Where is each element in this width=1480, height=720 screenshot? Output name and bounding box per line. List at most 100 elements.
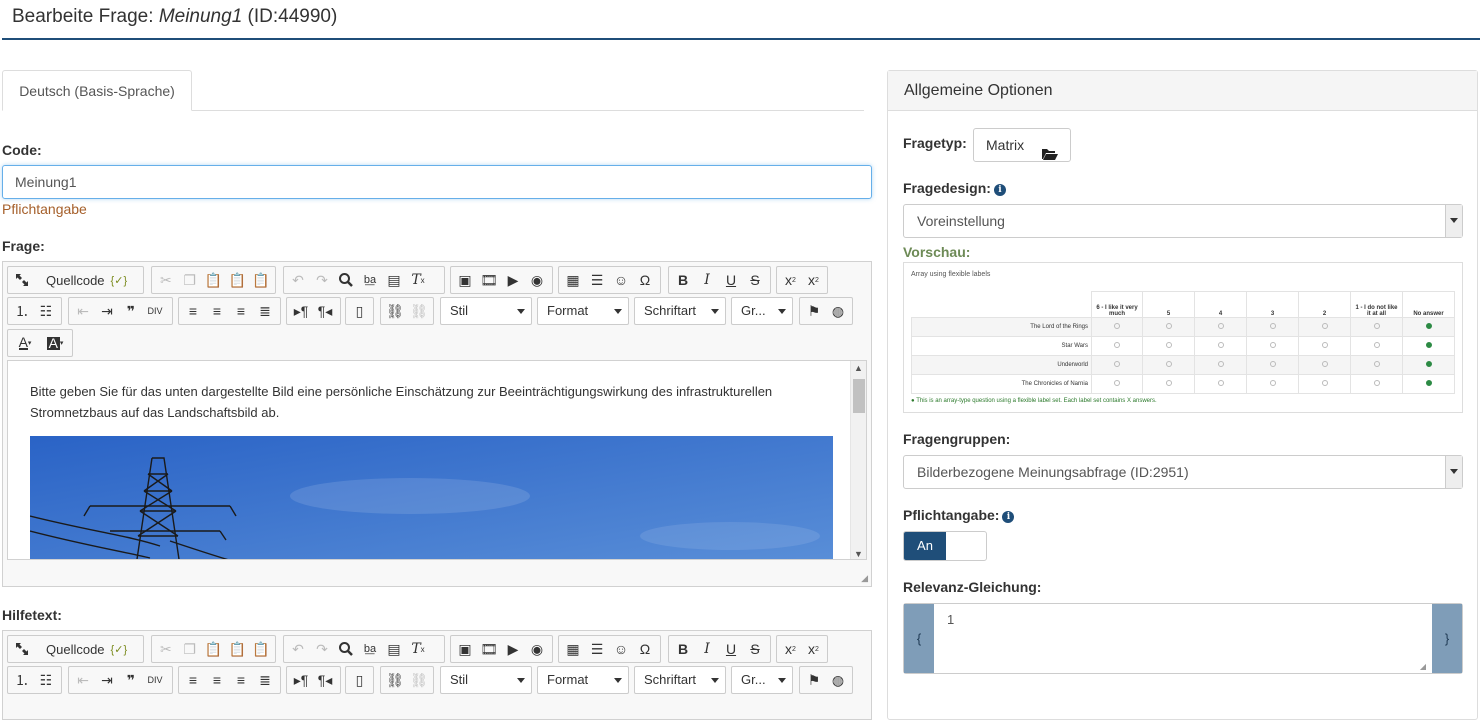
link-icon[interactable]: ⛓ [383,299,407,323]
question-design-select[interactable]: Voreinstellung [903,204,1463,238]
justify-icon[interactable]: ≣ [253,299,277,323]
page-break-icon[interactable]: ▯ [348,668,371,692]
div-icon[interactable]: DIV [143,299,167,323]
size-combo[interactable]: Gr... [731,666,793,694]
superscript-icon[interactable]: x2 [802,268,825,292]
paste-icon[interactable]: 📋 [202,268,226,292]
question-type-button[interactable]: Matrix [973,128,1071,162]
editor-scrollbar[interactable]: ▲ ▼ [850,361,866,559]
blockquote-icon[interactable]: ❞ [119,668,143,692]
globe-icon[interactable]: ◍ [826,299,850,323]
bold-icon[interactable]: B [671,637,695,661]
numbered-list-icon[interactable]: ⒈ [10,668,34,692]
special-char-icon[interactable]: Ω [633,268,657,292]
text-ltr-icon[interactable]: ▸¶ [289,299,313,323]
indent-icon[interactable]: ⇥ [95,668,119,692]
unlink-icon[interactable]: ⛓ [407,668,431,692]
copy-icon[interactable]: ❐ [178,637,202,661]
style-combo[interactable]: Stil [440,297,532,325]
redo-icon[interactable]: ↷ [310,268,334,292]
italic-icon[interactable]: I [695,637,719,661]
image-icon[interactable]: ▣ [453,268,477,292]
image-icon[interactable]: ▣ [453,637,477,661]
page-break-icon[interactable]: ▯ [348,299,371,323]
play-icon[interactable]: ▶ [501,268,525,292]
paste-text-icon[interactable]: 📋 [225,268,249,292]
relevance-value[interactable]: 1 [947,612,954,627]
align-center-icon[interactable]: ≡ [205,668,229,692]
source-button[interactable]: Quellcode {✓} [42,642,131,657]
paste-icon[interactable]: 📋 [202,637,226,661]
style-combo[interactable]: Stil [440,666,532,694]
unlink-icon[interactable]: ⛓ [407,299,431,323]
paste-text-icon[interactable]: 📋 [225,637,249,661]
cut-icon[interactable]: ✂ [154,268,178,292]
smiley-icon[interactable]: ☺ [609,637,633,661]
horizontal-line-icon[interactable]: ☰ [585,268,609,292]
align-right-icon[interactable]: ≡ [229,668,253,692]
paste-word-icon[interactable]: 📋 [249,268,273,292]
blockquote-icon[interactable]: ❞ [119,299,143,323]
table-icon[interactable]: ▦ [561,268,585,292]
question-editor-content[interactable]: Bitte geben Sie für das unten dargestell… [7,360,867,560]
div-icon[interactable]: DIV [143,668,167,692]
tab-language-german[interactable]: Deutsch (Basis-Sprache) [2,70,192,111]
outdent-icon[interactable]: ⇤ [71,299,95,323]
indent-icon[interactable]: ⇥ [95,299,119,323]
subscript-icon[interactable]: x2 [779,268,802,292]
underline-icon[interactable]: U [719,268,743,292]
italic-icon[interactable]: I [695,268,719,292]
size-combo[interactable]: Gr... [731,297,793,325]
mandatory-toggle-on[interactable]: An [904,532,946,560]
source-button[interactable]: Quellcode {✓} [42,273,131,288]
horizontal-line-icon[interactable]: ☰ [585,637,609,661]
redo-icon[interactable]: ↷ [310,637,334,661]
scroll-down-icon[interactable]: ▼ [854,549,863,559]
text-color-icon[interactable]: A ▾ [10,331,40,355]
relevance-equation-field[interactable]: { 1 ◢ } [903,603,1463,674]
remove-format-icon[interactable]: Tx [406,637,430,661]
mandatory-toggle[interactable]: An [903,531,987,561]
select-all-icon[interactable]: ▤ [382,637,406,661]
table-icon[interactable]: ▦ [561,637,585,661]
remove-format-icon[interactable]: Tx [406,268,430,292]
format-combo[interactable]: Format [537,297,629,325]
bulleted-list-icon[interactable]: ☷ [34,299,58,323]
undo-icon[interactable]: ↶ [286,637,310,661]
code-input[interactable]: Meinung1 [2,165,872,199]
text-rtl-icon[interactable]: ¶◂ [313,299,337,323]
cut-icon[interactable]: ✂ [154,637,178,661]
find-icon[interactable] [334,637,358,661]
maximize-icon[interactable] [10,268,34,292]
align-center-icon[interactable]: ≡ [205,299,229,323]
justify-icon[interactable]: ≣ [253,668,277,692]
bulleted-list-icon[interactable]: ☷ [34,668,58,692]
align-right-icon[interactable]: ≡ [229,299,253,323]
special-char-icon[interactable]: Ω [633,637,657,661]
video-icon[interactable]: 🎞 [477,637,501,661]
font-combo[interactable]: Schriftart [634,666,726,694]
undo-icon[interactable]: ↶ [286,268,310,292]
flash-icon[interactable]: ◉ [525,268,549,292]
flash-icon[interactable]: ◉ [525,637,549,661]
paste-word-icon[interactable]: 📋 [249,637,273,661]
align-left-icon[interactable]: ≡ [181,299,205,323]
resize-grip-icon[interactable]: ◢ [861,573,868,584]
video-icon[interactable]: 🎞 [477,268,501,292]
format-combo[interactable]: Format [537,666,629,694]
font-combo[interactable]: Schriftart [634,297,726,325]
align-left-icon[interactable]: ≡ [181,668,205,692]
underline-icon[interactable]: U [719,637,743,661]
scroll-up-icon[interactable]: ▲ [854,363,863,373]
info-icon[interactable]: i [993,184,1006,196]
flag-icon[interactable]: ⚑ [802,668,826,692]
strike-icon[interactable]: S [743,637,767,661]
numbered-list-icon[interactable]: ⒈ [10,299,34,323]
find-icon[interactable] [334,268,358,292]
link-icon[interactable]: ⛓ [383,668,407,692]
resize-grip-icon[interactable]: ◢ [1420,662,1426,671]
superscript-icon[interactable]: x2 [802,637,825,661]
bold-icon[interactable]: B [671,268,695,292]
select-all-icon[interactable]: ▤ [382,268,406,292]
copy-icon[interactable]: ❐ [178,268,202,292]
